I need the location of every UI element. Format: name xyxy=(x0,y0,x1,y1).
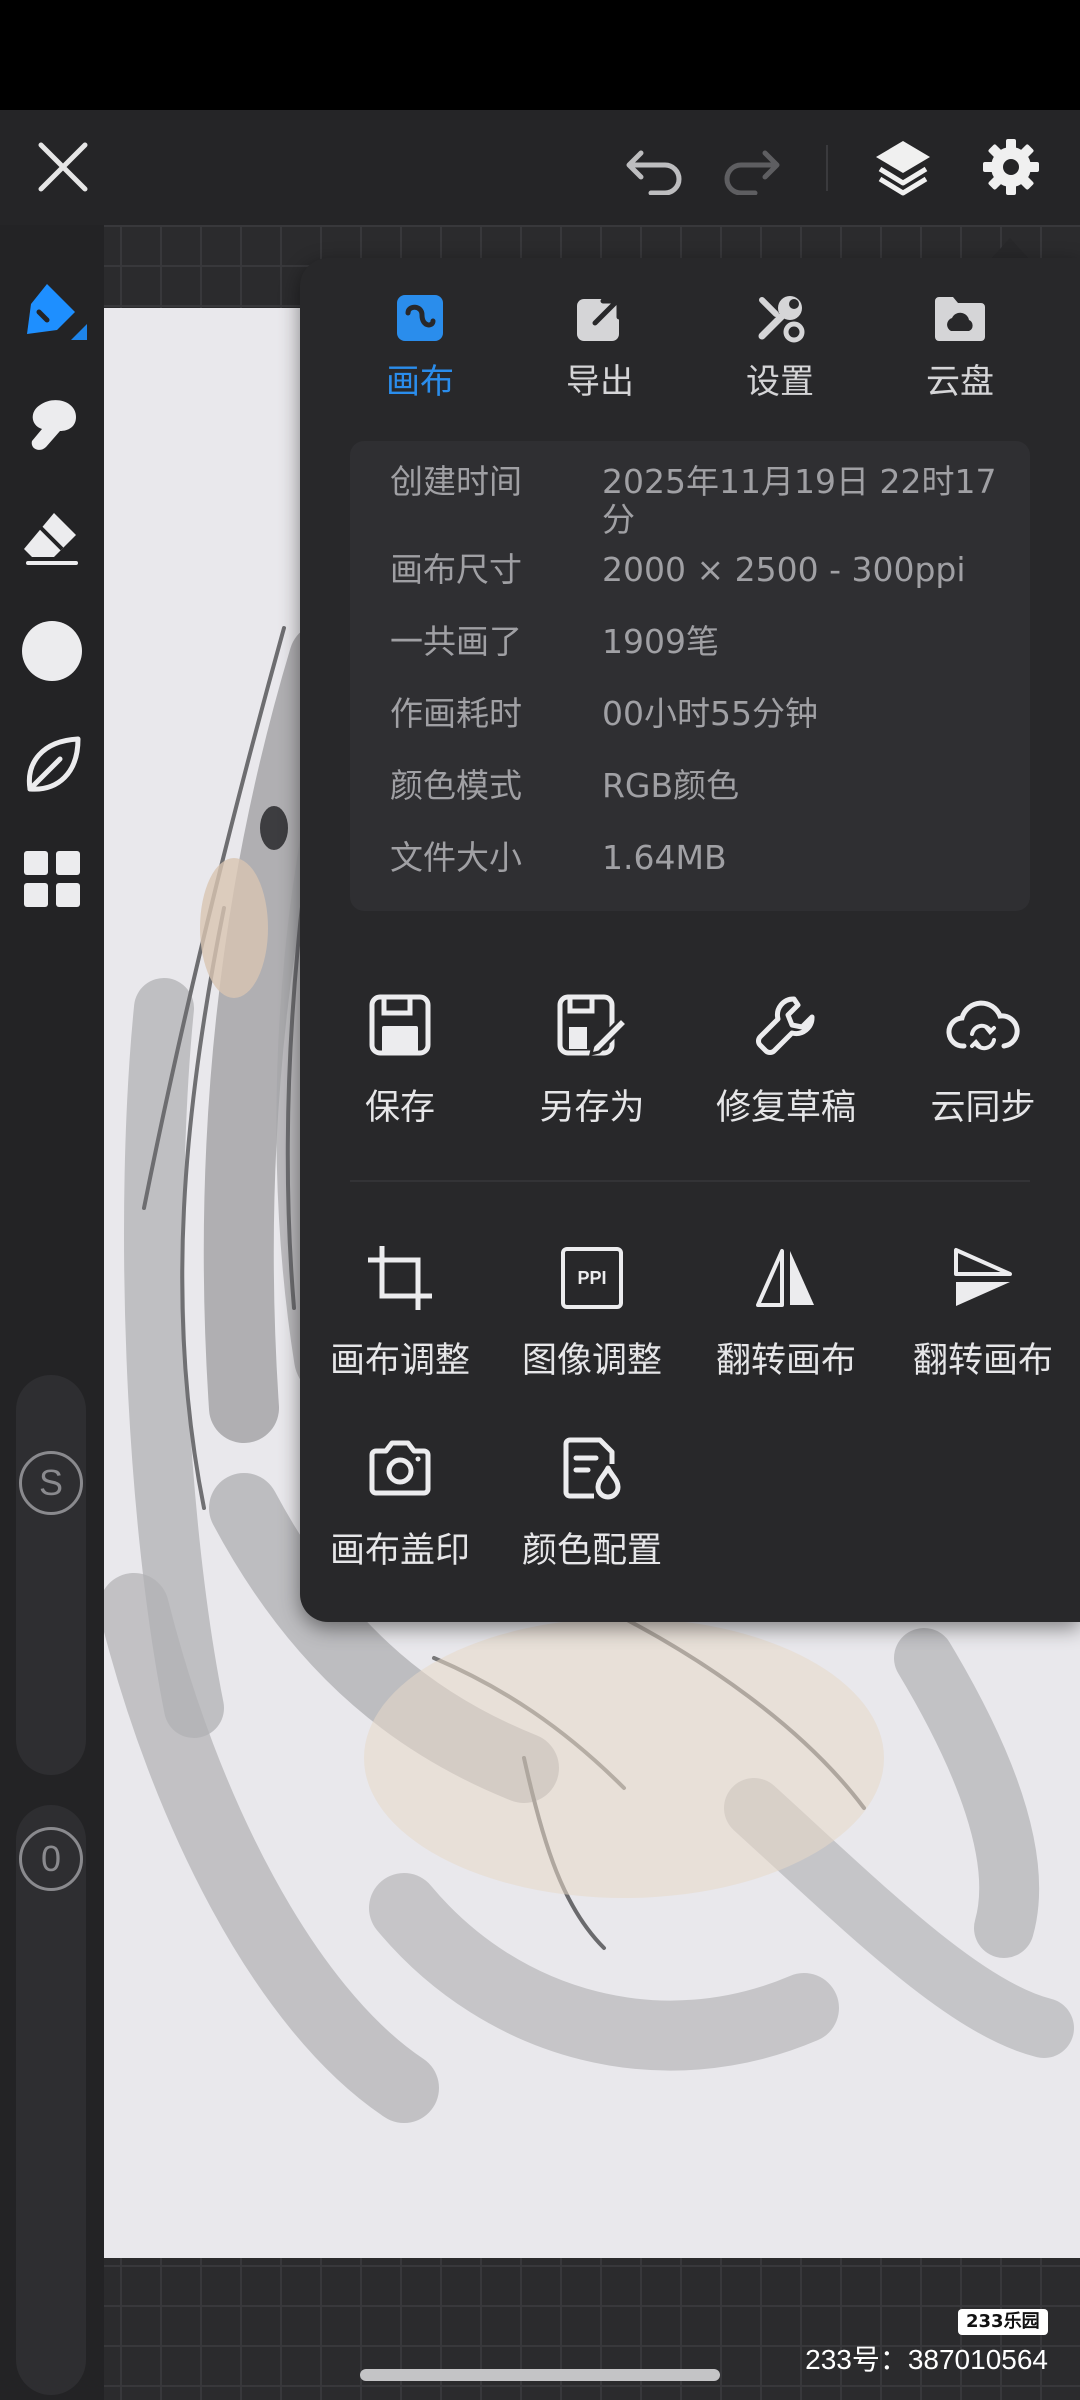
info-key: 作画耗时 xyxy=(390,694,522,733)
tab-canvas[interactable]: 画布 xyxy=(330,288,510,403)
action-label: 保存 xyxy=(364,1088,435,1128)
info-value: 2000 × 2500 - 300ppi xyxy=(602,550,966,589)
opacity-knob[interactable]: 0 xyxy=(19,1827,83,1891)
home-indicator[interactable] xyxy=(360,2369,720,2381)
save-button[interactable]: 保存 xyxy=(302,985,498,1130)
adjust-label: 画布调整 xyxy=(329,1341,470,1381)
color-config-button[interactable]: 颜色配置 xyxy=(494,1428,690,1573)
canvas-stamp-button[interactable]: 画布盖印 xyxy=(302,1428,498,1573)
smudge-tool[interactable] xyxy=(10,381,94,465)
wrench-icon xyxy=(756,996,815,1055)
adjust-label: 翻转画布 xyxy=(715,1341,856,1381)
export-icon xyxy=(577,298,622,341)
more-tools[interactable] xyxy=(10,837,94,921)
tools-icon xyxy=(758,296,805,343)
action-label: 另存为 xyxy=(539,1088,645,1128)
info-value: RGB颜色 xyxy=(602,766,740,805)
crop-icon xyxy=(368,1246,432,1310)
ppi-icon: PPI xyxy=(561,1247,623,1309)
brush-tool[interactable] xyxy=(10,267,94,351)
brush-icon xyxy=(27,284,87,340)
close-button[interactable] xyxy=(18,122,108,212)
ppi-icon-text: PPI xyxy=(577,1267,607,1288)
gear-icon xyxy=(983,139,1039,195)
tab-settings[interactable]: 设置 xyxy=(690,288,870,403)
top-toolbar xyxy=(0,110,1080,225)
flip-vertical-button[interactable]: 翻转画布 xyxy=(885,1238,1080,1383)
section-divider xyxy=(350,1180,1030,1182)
save-icon xyxy=(369,994,431,1056)
watermark-logo: 233乐园 xyxy=(958,2309,1048,2335)
flip-vertical-icon xyxy=(954,1248,1012,1306)
color-config-icon xyxy=(563,1437,621,1500)
info-value: 2025年11月19日 22时17分 xyxy=(602,462,997,539)
repair-draft-button[interactable]: 修复草稿 xyxy=(688,985,884,1130)
close-icon xyxy=(38,142,88,192)
canvas-adjust-button[interactable]: 画布调整 xyxy=(302,1238,498,1383)
adjust-label: 翻转画布 xyxy=(912,1341,1053,1381)
action-label: 修复草稿 xyxy=(715,1088,856,1128)
tab-label: 画布 xyxy=(386,362,454,402)
tab-label: 设置 xyxy=(746,362,814,402)
leaf-icon xyxy=(26,736,81,792)
color-swatch-icon xyxy=(22,621,82,681)
undo-icon xyxy=(626,150,682,195)
settings-button[interactable] xyxy=(966,122,1056,212)
info-value: 1.64MB xyxy=(602,838,727,877)
info-key: 一共画了 xyxy=(390,622,522,661)
info-key: 颜色模式 xyxy=(390,766,522,805)
left-toolbar: S 0 xyxy=(0,225,104,2400)
tab-cloud-drive[interactable]: 云盘 xyxy=(870,288,1050,403)
cloud-sync-button[interactable]: 云同步 xyxy=(885,985,1080,1130)
tab-label: 导出 xyxy=(566,362,634,402)
adjust-label: 画布盖印 xyxy=(329,1531,470,1571)
eraser-tool[interactable] xyxy=(10,495,94,579)
smudge-icon xyxy=(31,400,77,450)
eraser-icon xyxy=(24,513,78,565)
layers-button[interactable] xyxy=(858,122,948,212)
opacity-slider[interactable] xyxy=(16,1805,86,2395)
save-as-button[interactable]: 另存为 xyxy=(494,985,690,1130)
brush-size-slider[interactable] xyxy=(16,1375,86,1775)
canvas-info-card: 创建时间 2025年11月19日 22时17分 画布尺寸 2000 × 2500… xyxy=(350,441,1030,911)
canvas-icon xyxy=(397,295,443,341)
redo-button[interactable] xyxy=(706,122,796,212)
save-as-icon xyxy=(557,994,627,1056)
image-adjust-button[interactable]: PPI 图像调整 xyxy=(494,1238,690,1383)
color-picker[interactable] xyxy=(10,609,94,693)
camera-icon xyxy=(369,1440,431,1496)
flip-horizontal-icon xyxy=(756,1249,814,1307)
undo-button[interactable] xyxy=(610,122,700,212)
flip-horizontal-button[interactable]: 翻转画布 xyxy=(688,1238,884,1383)
tab-export[interactable]: 导出 xyxy=(510,288,690,403)
watermark-id: 233号：387010564 xyxy=(805,2344,1048,2375)
tab-label: 云盘 xyxy=(926,362,994,402)
layers-icon xyxy=(876,141,930,196)
adjust-label: 颜色配置 xyxy=(521,1531,662,1571)
info-key: 画布尺寸 xyxy=(390,550,522,589)
cloud-sync-icon xyxy=(946,1000,1020,1051)
info-key: 创建时间 xyxy=(390,462,522,501)
grid-icon xyxy=(24,851,80,907)
adjust-label: 图像调整 xyxy=(521,1341,662,1381)
panel-tabs: 画布 导出 设置 云盘 xyxy=(300,288,1080,408)
status-bar xyxy=(0,0,1080,110)
action-label: 云同步 xyxy=(930,1088,1036,1128)
panel-pointer xyxy=(990,238,1030,260)
info-key: 文件大小 xyxy=(390,838,522,877)
brush-size-knob[interactable]: S xyxy=(19,1451,83,1515)
canvas-menu-panel: 画布 导出 设置 云盘 创建时间 2025年11月19日 22时17分 画布尺寸… xyxy=(300,258,1080,1622)
info-value: 1909笔 xyxy=(602,622,719,661)
info-value: 00小时55分钟 xyxy=(602,694,818,733)
redo-icon xyxy=(724,150,780,195)
toolbar-divider xyxy=(826,145,828,191)
cloud-drive-icon xyxy=(935,297,985,341)
lasso-tool[interactable] xyxy=(10,723,94,807)
